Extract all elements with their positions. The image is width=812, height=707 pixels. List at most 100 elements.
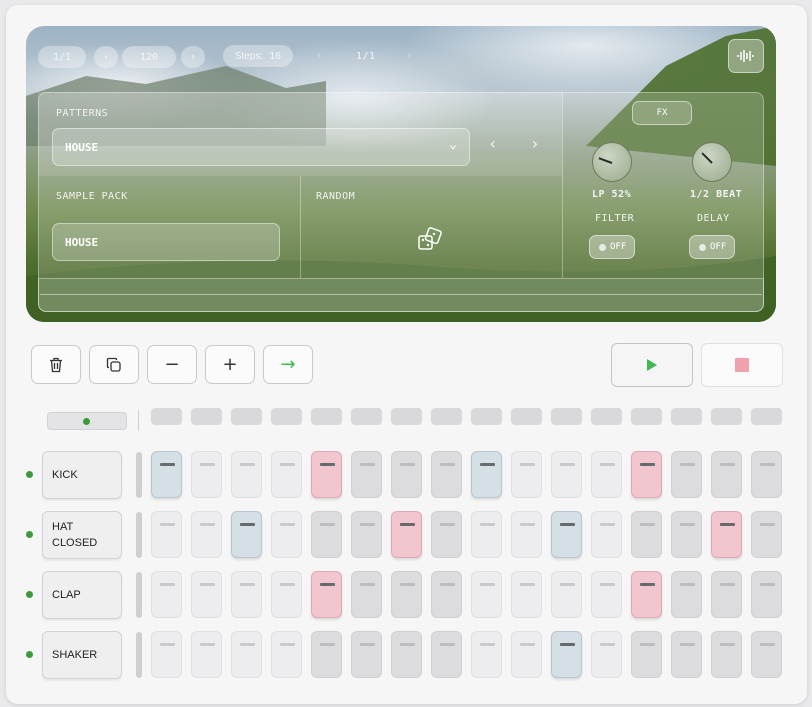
step-pad[interactable] [511, 571, 542, 618]
track-button[interactable]: KICK [42, 451, 122, 499]
copy-button[interactable] [89, 345, 139, 384]
stop-button[interactable] [701, 343, 783, 387]
remove-step-button[interactable]: − [147, 345, 197, 384]
measure-display[interactable]: 1/1 [38, 46, 86, 68]
step-pad[interactable] [351, 511, 382, 558]
step-pad[interactable] [591, 571, 622, 618]
step-pad[interactable] [271, 631, 302, 678]
step-pad[interactable] [471, 571, 502, 618]
next-arrow-button[interactable]: → [263, 345, 313, 384]
track-led[interactable] [26, 531, 33, 538]
step-indicator [680, 523, 695, 526]
step-pad[interactable] [231, 511, 262, 558]
step-pad[interactable] [751, 631, 782, 678]
step-pad[interactable] [311, 631, 342, 678]
step-pad[interactable] [311, 571, 342, 618]
track-button[interactable]: HAT CLOSED [42, 511, 122, 559]
step-pad[interactable] [591, 451, 622, 498]
step-pad[interactable] [191, 571, 222, 618]
delay-toggle-label: OFF [710, 242, 727, 252]
step-pad[interactable] [271, 571, 302, 618]
step-pad[interactable] [391, 451, 422, 498]
tempo-display[interactable]: 120 [122, 46, 176, 68]
page-prev-button[interactable]: ‹ [316, 50, 323, 61]
step-pad[interactable] [471, 631, 502, 678]
step-pad[interactable] [231, 631, 262, 678]
add-step-button[interactable]: + [205, 345, 255, 384]
track-led[interactable] [26, 471, 33, 478]
step-pad[interactable] [711, 451, 742, 498]
step-pad[interactable] [391, 631, 422, 678]
track-button[interactable]: SHAKER [42, 631, 122, 679]
step-pad[interactable] [751, 451, 782, 498]
step-pad[interactable] [551, 511, 582, 558]
step-pad[interactable] [151, 511, 182, 558]
sample-pack-select[interactable]: HOUSE [52, 223, 280, 261]
fx-button[interactable]: FX [632, 101, 692, 125]
step-pad[interactable] [231, 571, 262, 618]
step-pad[interactable] [431, 571, 462, 618]
step-pad[interactable] [471, 511, 502, 558]
delay-knob[interactable] [692, 142, 732, 182]
step-pad[interactable] [751, 511, 782, 558]
pattern-select[interactable]: HOUSE ⌄ [52, 128, 470, 166]
step-pad[interactable] [671, 571, 702, 618]
step-pad[interactable] [751, 571, 782, 618]
delay-toggle[interactable]: OFF [689, 235, 735, 259]
step-header [271, 408, 302, 425]
step-pad[interactable] [671, 451, 702, 498]
step-pad[interactable] [711, 571, 742, 618]
step-pad[interactable] [551, 451, 582, 498]
page-next-button[interactable]: › [406, 50, 413, 61]
step-pad[interactable] [431, 631, 462, 678]
step-pad[interactable] [511, 631, 542, 678]
track-led[interactable] [26, 651, 33, 658]
step-pad[interactable] [671, 511, 702, 558]
step-pad[interactable] [231, 451, 262, 498]
step-pad[interactable] [551, 571, 582, 618]
steps-control[interactable]: Steps: 16 [223, 45, 293, 67]
step-pad[interactable] [351, 571, 382, 618]
step-pad[interactable] [271, 511, 302, 558]
step-pad[interactable] [311, 451, 342, 498]
step-pad[interactable] [311, 511, 342, 558]
step-pad[interactable] [351, 631, 382, 678]
step-pad[interactable] [631, 571, 662, 618]
step-pad[interactable] [391, 571, 422, 618]
step-pad[interactable] [671, 631, 702, 678]
waveform-button[interactable] [728, 39, 764, 73]
pattern-prev-button[interactable]: ‹ [488, 134, 498, 153]
step-pad[interactable] [631, 511, 662, 558]
step-pad[interactable] [431, 451, 462, 498]
track-button[interactable]: CLAP [42, 571, 122, 619]
step-pad[interactable] [471, 451, 502, 498]
step-pad[interactable] [271, 451, 302, 498]
tempo-increase-button[interactable]: › [181, 46, 205, 68]
step-pad[interactable] [551, 631, 582, 678]
step-pad[interactable] [151, 631, 182, 678]
filter-toggle[interactable]: OFF [589, 235, 635, 259]
step-pad[interactable] [391, 511, 422, 558]
step-pad[interactable] [511, 451, 542, 498]
step-pad[interactable] [511, 511, 542, 558]
step-pad[interactable] [191, 631, 222, 678]
filter-knob[interactable] [592, 142, 632, 182]
step-pad[interactable] [191, 511, 222, 558]
step-pad[interactable] [431, 511, 462, 558]
step-pad[interactable] [591, 511, 622, 558]
step-pad[interactable] [711, 511, 742, 558]
step-pad[interactable] [151, 451, 182, 498]
track-led[interactable] [26, 591, 33, 598]
step-pad[interactable] [631, 451, 662, 498]
play-button[interactable] [611, 343, 693, 387]
tempo-decrease-button[interactable]: ‹ [94, 46, 118, 68]
step-pad[interactable] [151, 571, 182, 618]
step-pad[interactable] [191, 451, 222, 498]
delete-button[interactable] [31, 345, 81, 384]
pattern-next-button[interactable]: › [530, 134, 540, 153]
step-pad[interactable] [351, 451, 382, 498]
random-button[interactable] [416, 226, 444, 254]
step-pad[interactable] [591, 631, 622, 678]
step-pad[interactable] [631, 631, 662, 678]
step-pad[interactable] [711, 631, 742, 678]
